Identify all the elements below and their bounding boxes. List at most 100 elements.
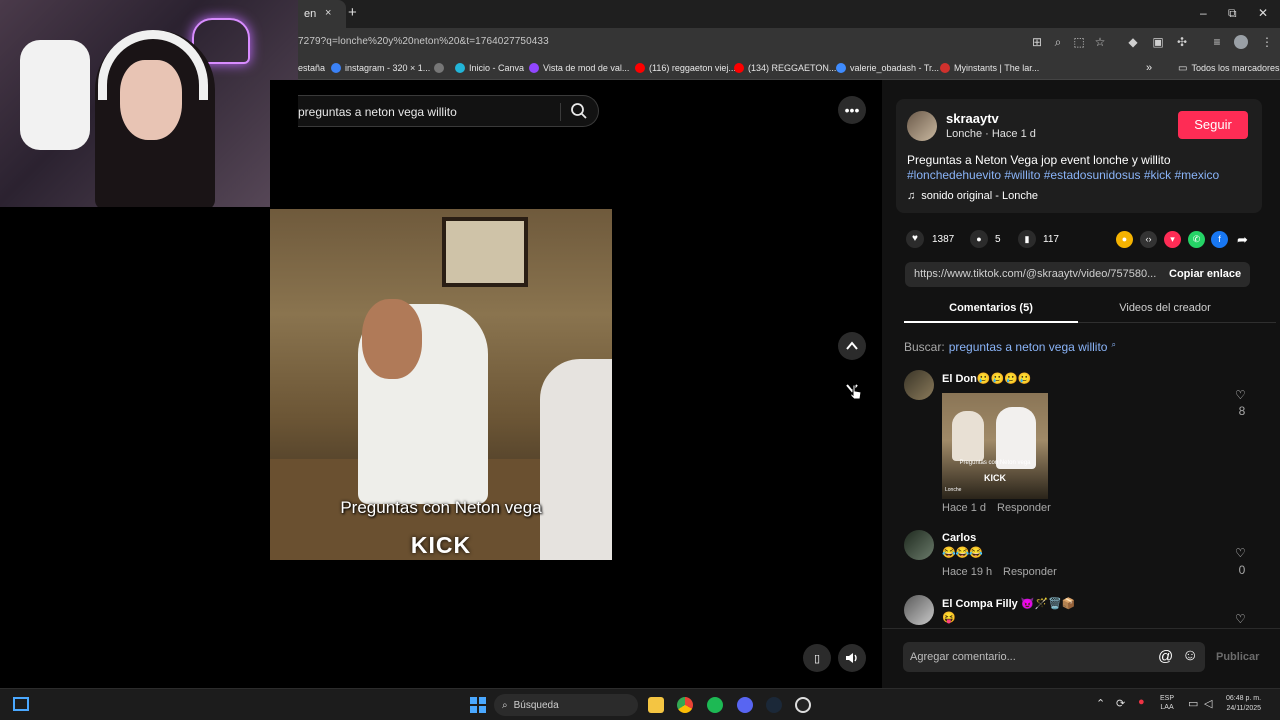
post-description: Preguntas a Neton Vega jop event lonche … (907, 153, 1171, 167)
media-controls-icon[interactable]: ≡ (1210, 35, 1224, 49)
tab-creator-videos[interactable]: Videos del creador (1078, 302, 1252, 314)
chevron-up-icon (846, 341, 858, 350)
comment-like-icon[interactable]: ♡ (1235, 388, 1246, 402)
comment-author[interactable]: El Compa Filly 😈🪄🗑️📦 (942, 597, 1076, 610)
bookmark-item[interactable]: estaña (298, 61, 325, 75)
copy-link-button[interactable]: Copiar enlace (1169, 268, 1241, 280)
emoji-button[interactable]: ☺ (1182, 647, 1198, 665)
thumb-caption: Preguntas con Neton vega (959, 460, 1031, 466)
reply-button[interactable]: Responder (1003, 566, 1057, 578)
bookmark-star-icon[interactable]: ☆ (1093, 35, 1107, 49)
obs-icon[interactable] (795, 697, 811, 713)
tab-close-icon[interactable]: × (325, 7, 331, 19)
comment-video-thumbnail[interactable]: Preguntas con Neton vega KICK Lonche (942, 393, 1048, 499)
video-player[interactable]: Preguntas con Neton vega KICK (270, 209, 612, 560)
close-window-button[interactable]: ✕ (1258, 6, 1268, 20)
bookmark-item[interactable]: Vista de mod de val... (529, 61, 629, 75)
comment-author[interactable]: El Don🥲🥲🥲🥲 (942, 372, 1032, 385)
comment-avatar[interactable] (904, 530, 934, 560)
comment-like-icon[interactable]: ♡ (1235, 612, 1246, 626)
share-arrow-icon[interactable]: ➦ (1234, 231, 1251, 248)
menu-kebab-icon[interactable]: ⋮ (1260, 35, 1274, 49)
sync-icon[interactable]: ⟳ (1116, 697, 1125, 710)
volume-button[interactable] (838, 644, 866, 672)
tracker-favicon-icon (836, 63, 846, 73)
zoom-icon[interactable]: ⌕ (1051, 35, 1065, 49)
embed-icon[interactable]: ‹› (1140, 231, 1157, 248)
windows-start-icon[interactable] (470, 697, 486, 713)
install-icon[interactable]: ⬚ (1072, 35, 1086, 49)
steam-icon[interactable] (766, 697, 782, 713)
comment-author[interactable]: Carlos (942, 532, 976, 544)
file-explorer-icon[interactable] (648, 697, 664, 713)
extensions-puzzle-icon[interactable]: ✣ (1175, 35, 1189, 49)
extension-icon-2[interactable]: ▣ (1151, 35, 1165, 49)
browser-tab[interactable]: en (298, 0, 346, 28)
touchpad-icon[interactable]: ▭ (1188, 697, 1198, 710)
address-bar[interactable]: 7279?q=lonche%20y%20neton%20&t=176402775… (298, 28, 1280, 56)
url-text[interactable]: 7279?q=lonche%20y%20neton%20&t=176402775… (298, 36, 549, 47)
comment-avatar[interactable] (904, 370, 934, 400)
canva-favicon-icon (455, 63, 465, 73)
tab-bar: en × + – ⧉ ✕ (298, 0, 1280, 28)
author-avatar[interactable] (907, 111, 937, 141)
bookmark-item[interactable]: (116) reggaeton viej... (635, 61, 736, 75)
search-bar[interactable]: preguntas a neton vega willito (298, 95, 599, 127)
facebook-icon[interactable]: f (1211, 231, 1228, 248)
comment-time: Hace 19 h (942, 566, 993, 578)
comment-like-icon[interactable]: ♡ (1235, 546, 1246, 560)
widgets-icon[interactable] (13, 697, 29, 711)
comment-button[interactable]: ● (970, 230, 988, 248)
taskbar: ⌕ Búsqueda ⌃ ⟳ ● ESP LAA ▭ ◁ 06:48 p. m.… (0, 688, 1280, 720)
microphone-icon[interactable]: ● (1138, 696, 1145, 708)
more-options-button[interactable]: ••• (838, 96, 866, 124)
send-icon[interactable]: ▾ (1164, 231, 1181, 248)
whatsapp-icon[interactable]: ✆ (1188, 231, 1205, 248)
minimize-button[interactable]: – (1200, 6, 1207, 20)
thumb-kick-watermark: KICK (984, 473, 1006, 483)
mention-button[interactable]: @ (1158, 648, 1173, 665)
mini-player-button[interactable]: ▯ (803, 644, 831, 672)
bookmark-item[interactable]: valerie_obadash - Tr... (836, 61, 939, 75)
like-button[interactable]: ♥ (906, 230, 924, 248)
clock[interactable]: 06:48 p. m. 24/11/2025 (1226, 694, 1261, 714)
bookmark-item[interactable] (434, 61, 444, 75)
bookmarks-overflow-button[interactable]: » (1146, 61, 1152, 75)
profile-avatar-icon[interactable] (1234, 35, 1248, 49)
speaker-icon[interactable]: ◁ (1204, 697, 1212, 710)
save-button[interactable]: ▮ (1018, 230, 1036, 248)
spotify-icon[interactable] (707, 697, 723, 713)
bookmark-item[interactable]: Myinstants | The lar... (940, 61, 1039, 75)
maximize-button[interactable]: ⧉ (1228, 6, 1237, 21)
comment-avatar[interactable] (904, 595, 934, 625)
chevron-up-icon[interactable]: ⌃ (1096, 697, 1105, 710)
discord-icon[interactable] (737, 697, 753, 713)
bookmark-item[interactable]: (134) REGGAETON... (734, 61, 836, 75)
tab-title: en (304, 8, 317, 20)
share-coin-icon[interactable]: ● (1116, 231, 1133, 248)
author-subtitle: Lonche · Hace 1 d (946, 128, 1036, 140)
new-tab-button[interactable]: + (348, 4, 357, 21)
bookmark-item[interactable]: instagram - 320 × 1... (331, 61, 430, 75)
video-link[interactable]: https://www.tiktok.com/@skraaytv/video/7… (914, 268, 1156, 280)
follow-button[interactable]: Seguir (1178, 111, 1248, 139)
chrome-icon[interactable] (677, 697, 693, 713)
sound-link[interactable]: ♫ sonido original - Lonche (907, 190, 1038, 202)
comment-input[interactable]: Agregar comentario... @ ☺ (903, 642, 1205, 672)
reply-button[interactable]: Responder (997, 502, 1051, 514)
author-username[interactable]: skraaytv (946, 111, 999, 126)
publish-button[interactable]: Publicar (1216, 651, 1259, 663)
tab-comments[interactable]: Comentarios (5) (904, 302, 1078, 314)
search-suggestion-link[interactable]: preguntas a neton vega willito (949, 340, 1108, 354)
search-input[interactable]: preguntas a neton vega willito (298, 105, 457, 119)
previous-video-button[interactable] (838, 332, 866, 360)
translate-icon[interactable]: ⊞ (1030, 35, 1044, 49)
all-bookmarks-button[interactable]: ▭ Todos los marcadores (1178, 61, 1280, 75)
extension-icon[interactable]: ◆ (1126, 35, 1140, 49)
language-indicator[interactable]: ESP LAA (1160, 694, 1174, 712)
taskbar-search[interactable]: ⌕ Búsqueda (494, 694, 638, 716)
post-hashtags[interactable]: #lonchedehuevito #willito #estadosunidos… (907, 168, 1252, 182)
bookmark-item[interactable]: Inicio - Canva (455, 61, 524, 75)
search-icon[interactable] (570, 102, 588, 120)
comment-text: 😝 (942, 612, 956, 624)
